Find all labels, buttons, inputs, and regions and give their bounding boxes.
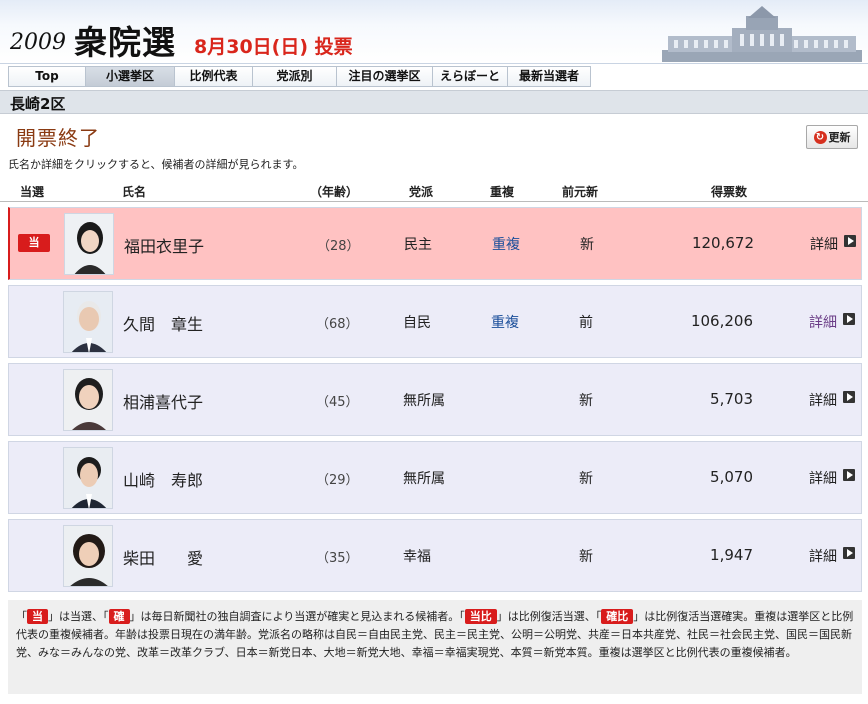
col-name: 氏名 — [122, 185, 147, 199]
candidate-row: 久間 章生 （68） 自民 重複 前 106,206 詳細 — [8, 285, 862, 358]
candidate-status: 新 — [579, 393, 593, 409]
refresh-label: 更新 — [828, 131, 851, 144]
play-arrow-icon[interactable] — [844, 235, 856, 247]
play-arrow-icon[interactable] — [843, 391, 855, 403]
refresh-button[interactable]: ↻ 更新 — [806, 125, 858, 149]
candidate-photo[interactable] — [63, 369, 113, 431]
candidate-votes: 106,206 — [690, 312, 753, 330]
legend-note: 「当」は当選、「確」は毎日新聞社の独自調査により当選が確実と見込まれる候補者。「… — [8, 600, 862, 694]
col-votes: 得票数 — [711, 185, 748, 199]
table-header: 当選 氏名 （年齢） 党派 重複 前元新 得票数 — [0, 180, 868, 202]
legend-tag-certain: 確 — [108, 609, 130, 624]
detail-link[interactable]: 詳細 — [810, 234, 838, 254]
candidate-votes: 1,947 — [710, 546, 753, 564]
candidate-party: 民主 — [404, 237, 432, 253]
candidate-dual: 重複 — [491, 315, 519, 331]
candidate-name[interactable]: 相浦喜代子 — [123, 389, 203, 413]
candidate-photo[interactable] — [63, 447, 113, 509]
district-bar: 長崎2区 — [0, 90, 868, 114]
candidate-name[interactable]: 福田衣里子 — [124, 233, 204, 257]
tab-single-seat[interactable]: 小選挙区 — [86, 67, 175, 86]
banner-title: 衆院選 — [74, 23, 176, 62]
legend-text: 」は比例復活当選、「 — [496, 610, 602, 623]
candidate-status: 前 — [579, 315, 593, 331]
col-age: （年齢） — [310, 185, 359, 199]
banner-year: 2009 — [10, 30, 66, 55]
candidate-age: （68） — [316, 317, 359, 332]
detail-link[interactable]: 詳細 — [809, 312, 837, 332]
detail-link[interactable]: 詳細 — [809, 468, 837, 488]
count-status: 開票終了 — [16, 126, 100, 150]
candidate-status: 新 — [579, 471, 593, 487]
tab-latest-winners[interactable]: 最新当選者 — [508, 67, 591, 86]
district-name: 長崎2区 — [10, 95, 66, 113]
tab-notable-districts[interactable]: 注目の選挙区 — [337, 67, 433, 86]
refresh-icon: ↻ — [813, 130, 827, 144]
candidate-status: 新 — [579, 549, 593, 565]
col-dual: 重複 — [490, 185, 515, 199]
detail-link[interactable]: 詳細 — [809, 390, 837, 410]
candidate-name[interactable]: 柴田 愛 — [123, 545, 203, 569]
banner-vote-date: 8月30日(日) 投票 — [194, 36, 353, 58]
diet-building-icon — [662, 6, 862, 62]
candidate-party: 幸福 — [403, 549, 431, 565]
candidate-row: 当 福田衣里子 （28） 民主 重複 新 120,672 詳細 — [8, 207, 862, 280]
legend-text: 」は毎日新聞社の独自調査により当選が確実と見込まれる候補者。「 — [129, 610, 465, 623]
candidate-party: 無所属 — [403, 471, 445, 487]
candidate-row: 相浦喜代子 （45） 無所属 新 5,703 詳細 — [8, 363, 862, 436]
detail-link[interactable]: 詳細 — [809, 546, 837, 566]
candidate-votes: 5,703 — [710, 390, 753, 408]
candidate-name[interactable]: 久間 章生 — [123, 311, 203, 335]
candidate-photo[interactable] — [64, 213, 114, 275]
candidate-age: （29） — [316, 473, 359, 488]
candidate-age: （35） — [316, 551, 359, 566]
candidate-age: （45） — [316, 395, 359, 410]
legend-tag-elected: 当 — [27, 609, 48, 624]
candidate-party: 無所属 — [403, 393, 445, 409]
tab-eravote[interactable]: えらぼーと — [433, 67, 508, 86]
candidate-photo[interactable] — [63, 525, 113, 587]
legend-text: 」は当選、「 — [48, 610, 109, 623]
tab-top[interactable]: Top — [9, 67, 86, 86]
play-arrow-icon[interactable] — [843, 313, 855, 325]
instruction-text: 氏名か詳細をクリックすると、候補者の詳細が見られます。 — [8, 158, 304, 171]
col-elected: 当選 — [20, 185, 45, 199]
candidate-age: （28） — [317, 239, 360, 254]
legend-tag-revived-certain: 確比 — [601, 609, 634, 624]
main-nav: Top 小選挙区 比例代表 党派別 注目の選挙区 えらぼーと 最新当選者 — [8, 66, 591, 87]
play-arrow-icon[interactable] — [843, 469, 855, 481]
site-banner: 2009 衆院選 8月30日(日) 投票 — [0, 0, 868, 64]
col-party: 党派 — [409, 185, 434, 199]
candidate-name[interactable]: 山崎 寿郎 — [123, 467, 203, 491]
candidate-status: 新 — [580, 237, 594, 253]
candidate-photo[interactable] — [63, 291, 113, 353]
tab-proportional[interactable]: 比例代表 — [175, 67, 253, 86]
candidate-row: 山崎 寿郎 （29） 無所属 新 5,070 詳細 — [8, 441, 862, 514]
candidate-dual: 重複 — [492, 237, 520, 253]
candidate-votes: 120,672 — [691, 234, 754, 252]
candidate-party: 自民 — [403, 315, 431, 331]
candidate-votes: 5,070 — [710, 468, 753, 486]
play-arrow-icon[interactable] — [843, 547, 855, 559]
elected-badge: 当 — [18, 234, 50, 252]
tab-by-party[interactable]: 党派別 — [253, 67, 337, 86]
col-status: 前元新 — [562, 185, 599, 199]
legend-tag-revived: 当比 — [464, 609, 497, 624]
candidate-row: 柴田 愛 （35） 幸福 新 1,947 詳細 — [8, 519, 862, 592]
